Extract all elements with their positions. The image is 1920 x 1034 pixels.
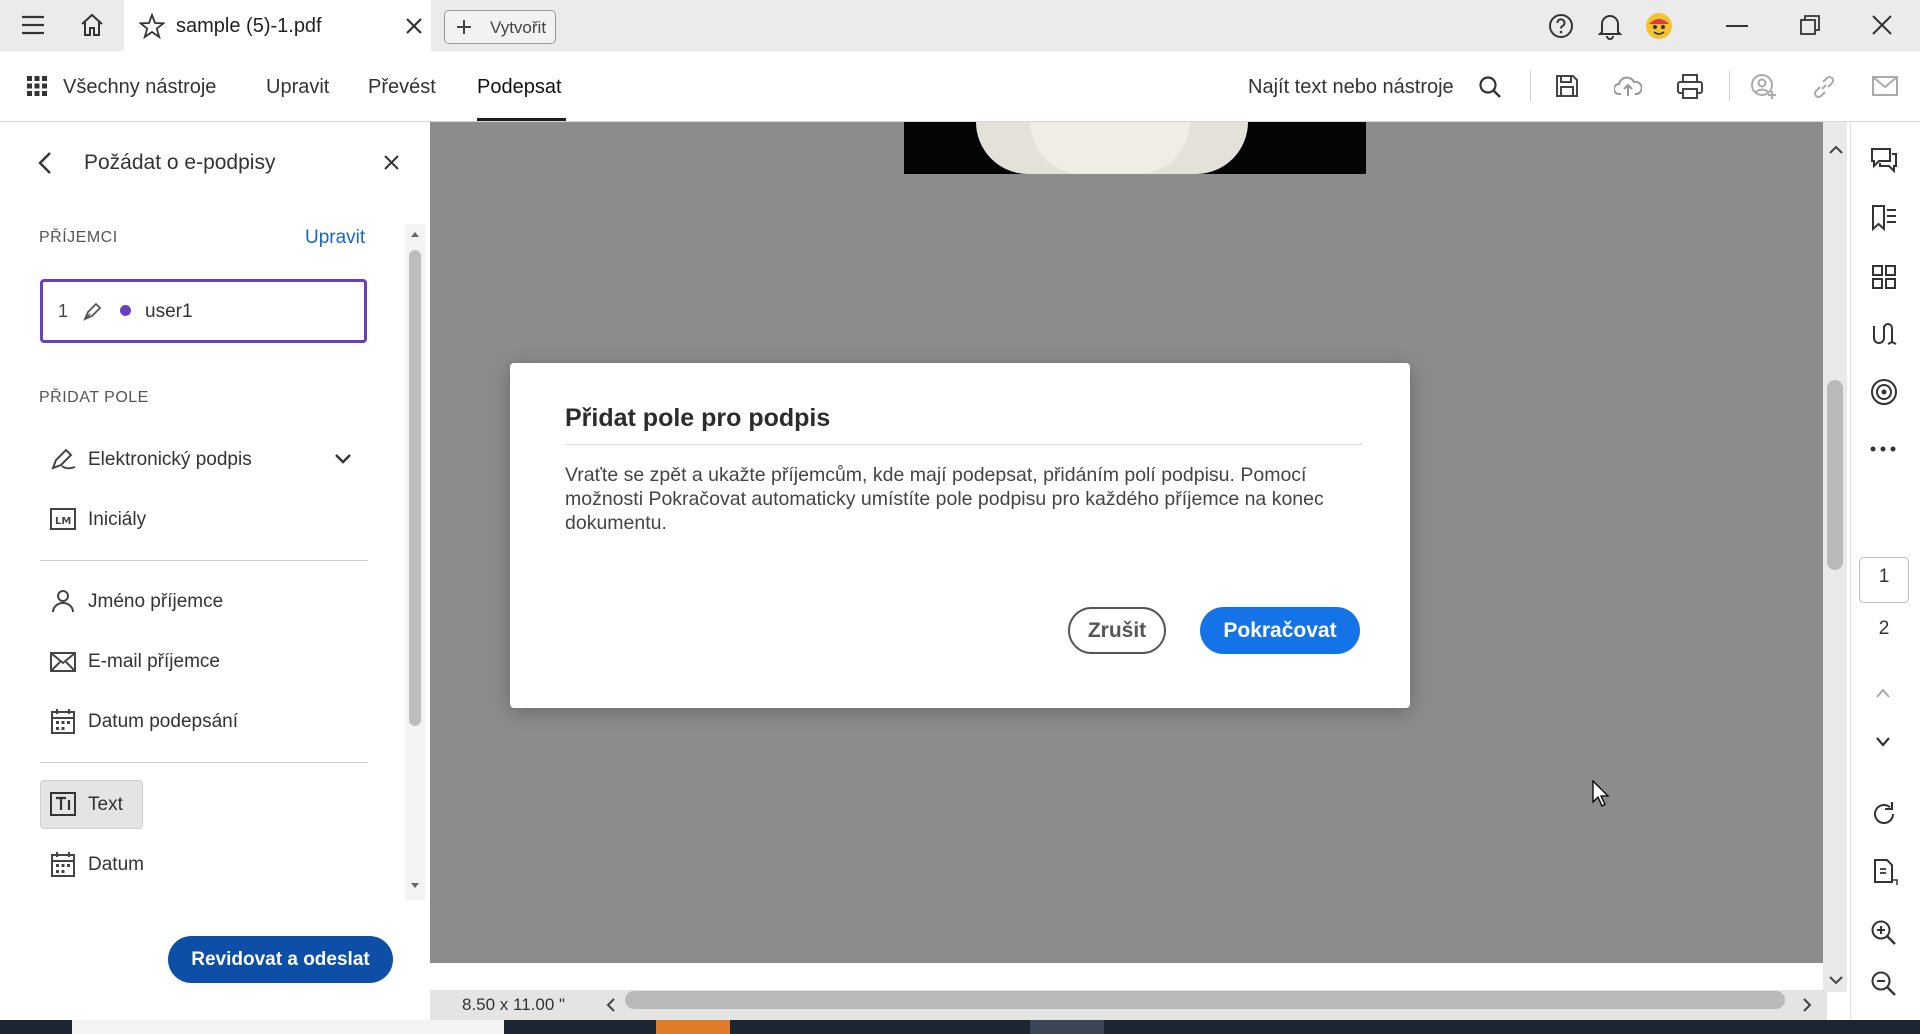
previous-page-chevron-icon[interactable] xyxy=(1875,687,1891,699)
field-label: E-mail příjemce xyxy=(88,651,220,672)
field-label: Datum podepsání xyxy=(88,711,238,732)
zoom-in-icon[interactable] xyxy=(1870,919,1898,947)
initials-icon: LM xyxy=(50,508,76,530)
plus-icon xyxy=(456,19,472,35)
taskbar-app-button[interactable] xyxy=(1030,1020,1104,1034)
search-icon[interactable] xyxy=(1478,75,1502,99)
field-label: Jméno příjemce xyxy=(88,591,224,612)
panel-title: Požádat o e-podpisy xyxy=(84,151,276,174)
notifications-bell-icon[interactable] xyxy=(1598,12,1622,40)
active-menu-indicator xyxy=(477,118,566,121)
recipient-number: 1 xyxy=(58,301,69,321)
panel-scrollbar-thumb[interactable] xyxy=(409,250,421,726)
chevron-down-icon[interactable] xyxy=(334,453,352,465)
toolbar-separator xyxy=(1729,71,1730,101)
email-icon[interactable] xyxy=(1872,76,1898,96)
scroll-up-chevron-icon[interactable] xyxy=(1829,145,1843,155)
back-arrow-icon[interactable] xyxy=(37,151,53,175)
recipient-name: user1 xyxy=(145,301,193,322)
next-page-chevron-icon[interactable] xyxy=(1875,736,1891,748)
signatures-panel-icon[interactable] xyxy=(1871,320,1899,348)
minimize-icon[interactable] xyxy=(1726,24,1748,28)
rotate-icon[interactable] xyxy=(1870,800,1898,828)
sign-panel xyxy=(0,122,430,1020)
scroll-right-chevron-icon[interactable] xyxy=(1802,998,1812,1012)
more-options-icon[interactable] xyxy=(1870,446,1896,452)
calendar-icon xyxy=(51,708,75,734)
close-panel-icon[interactable] xyxy=(384,155,399,170)
tab-title: sample (5)-1.pdf xyxy=(176,15,322,37)
comments-icon[interactable] xyxy=(1870,146,1898,174)
document-vertical-scrollbar-thumb[interactable] xyxy=(1827,380,1843,570)
document-horizontal-scrollbar-thumb[interactable] xyxy=(625,991,1785,1009)
signer-pen-icon xyxy=(81,299,105,323)
divider xyxy=(40,560,368,561)
menu-convert[interactable]: Převést xyxy=(368,76,436,99)
hamburger-menu-icon[interactable] xyxy=(20,14,46,36)
cloud-upload-icon[interactable] xyxy=(1614,74,1642,98)
menu-sign[interactable]: Podepsat xyxy=(477,76,562,99)
help-icon[interactable] xyxy=(1548,13,1574,39)
restore-icon[interactable] xyxy=(1800,15,1820,35)
apps-grid-icon[interactable] xyxy=(27,76,47,96)
page-size-label: 8.50 x 11.00 " xyxy=(462,995,566,1014)
scroll-down-chevron-icon[interactable] xyxy=(1829,975,1843,985)
share-user-icon[interactable] xyxy=(1750,73,1778,101)
star-icon[interactable] xyxy=(139,13,165,39)
add-field-header: PŘIDAT POLE xyxy=(39,389,149,406)
dialog-title: Přidat pole pro podpis xyxy=(565,404,831,432)
page-fit-icon[interactable] xyxy=(1871,858,1899,886)
bookmarks-icon[interactable] xyxy=(1870,204,1898,232)
target-icon[interactable] xyxy=(1870,378,1898,406)
close-tab-icon[interactable] xyxy=(405,17,423,35)
link-icon[interactable] xyxy=(1811,74,1837,100)
calendar-icon xyxy=(51,851,75,877)
search-tools-label[interactable]: Najít text nebo nástroje xyxy=(1248,76,1454,99)
user-avatar[interactable] xyxy=(1645,12,1673,40)
dialog-divider xyxy=(565,444,1362,445)
text-field-icon xyxy=(50,792,76,816)
signature-pen-icon xyxy=(49,446,77,472)
field-label: Elektronický podpis xyxy=(88,449,252,470)
edit-recipients-link[interactable]: Upravit xyxy=(305,227,365,249)
page-thumbnails-icon[interactable] xyxy=(1871,264,1897,290)
recipients-header: PŘÍJEMCI xyxy=(39,229,118,246)
review-and-send-label: Revidovat a odeslat xyxy=(191,949,370,970)
scroll-up-arrow-icon[interactable] xyxy=(410,230,420,238)
field-label: Iniciály xyxy=(88,509,147,530)
person-icon xyxy=(51,589,75,613)
page-number-1[interactable]: 1 xyxy=(1859,566,1909,588)
dialog-message: Vraťte se zpět a ukažte příjemcům, kde m… xyxy=(565,464,1324,534)
toolbar-separator xyxy=(1530,71,1531,101)
recipient-color-dot xyxy=(120,305,131,316)
field-label: Text xyxy=(88,794,123,815)
create-label: Vytvořit xyxy=(490,18,547,37)
print-icon[interactable] xyxy=(1676,74,1704,100)
save-icon[interactable] xyxy=(1555,74,1579,98)
scroll-down-arrow-icon[interactable] xyxy=(410,882,420,890)
scroll-left-chevron-icon[interactable] xyxy=(606,998,616,1012)
field-label: Datum xyxy=(88,854,144,875)
continue-label: Pokračovat xyxy=(1223,619,1337,642)
envelope-icon xyxy=(50,652,76,672)
all-tools-menu[interactable]: Všechny nástroje xyxy=(63,76,216,99)
close-window-icon[interactable] xyxy=(1872,15,1892,35)
menu-edit[interactable]: Upravit xyxy=(266,76,329,99)
mouse-cursor-icon xyxy=(1592,780,1610,808)
page-number-2[interactable]: 2 xyxy=(1859,618,1909,640)
svg-text:LM: LM xyxy=(55,516,71,527)
divider xyxy=(40,762,368,763)
zoom-out-icon[interactable] xyxy=(1870,970,1898,998)
cancel-label: Zrušit xyxy=(1087,619,1147,642)
taskbar-search-box[interactable] xyxy=(72,1020,504,1034)
home-icon[interactable] xyxy=(79,13,105,37)
taskbar-app-button[interactable] xyxy=(656,1020,730,1034)
